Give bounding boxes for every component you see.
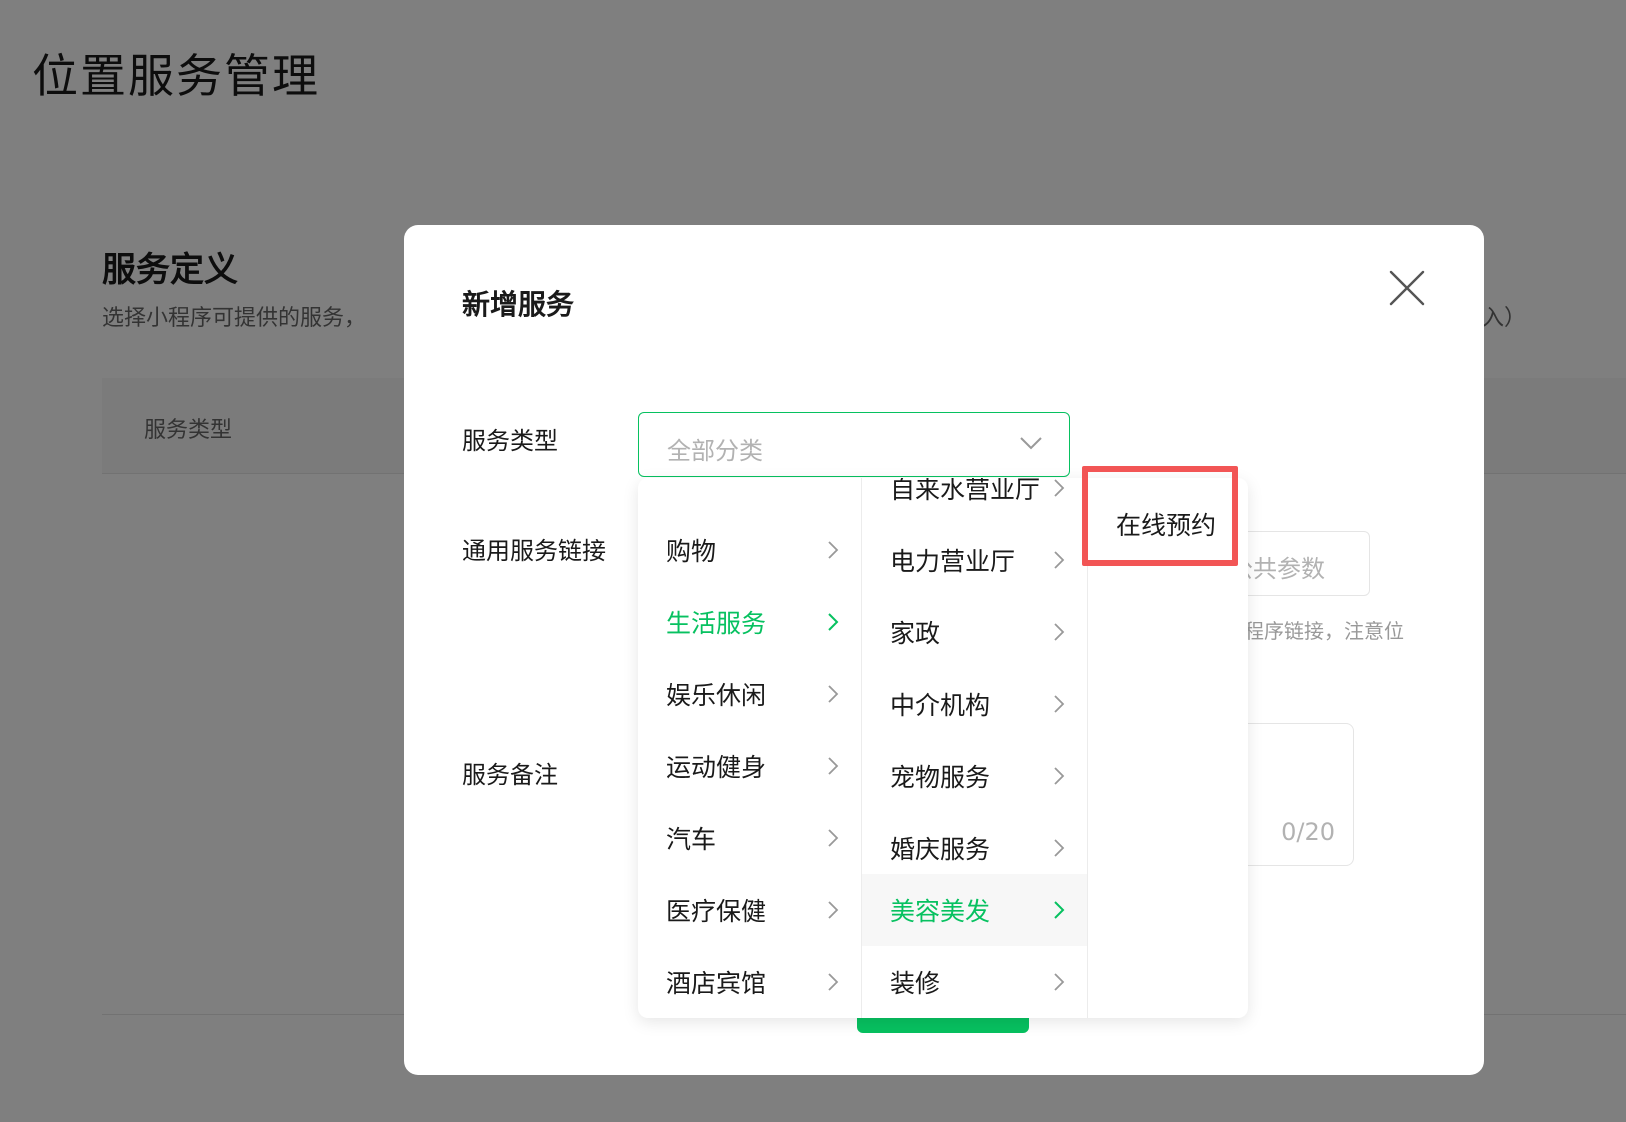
chevron-right-icon	[1054, 479, 1065, 497]
close-button[interactable]	[1388, 269, 1426, 307]
cascader-item[interactable]: 中介机构	[862, 668, 1087, 740]
cascader-item-label: 酒店宾馆	[666, 969, 767, 998]
cascader-item[interactable]: 酒店宾馆	[638, 946, 861, 1018]
chevron-right-icon	[1054, 901, 1065, 919]
service-link-hint: 程序链接，注意位	[1244, 619, 1404, 643]
chevron-right-icon	[1054, 839, 1065, 857]
chevron-down-icon	[1020, 437, 1042, 450]
cascader-item[interactable]: 电力营业厅	[862, 524, 1087, 596]
cascader-item-label: 娱乐休闲	[666, 681, 767, 710]
chevron-right-icon	[828, 613, 839, 631]
cascader-item-label: 生活服务	[666, 609, 767, 638]
close-icon	[1389, 270, 1425, 306]
chevron-right-icon	[828, 757, 839, 775]
cascader-item-active[interactable]: 美容美发	[862, 874, 1087, 946]
cascader-column-level1: 购物 生活服务 娱乐休闲 运动健身 汽车 医疗保健 酒店宾馆	[638, 478, 862, 1018]
select-placeholder: 全部分类	[667, 437, 763, 465]
cascader-item[interactable]: 购物	[638, 514, 861, 586]
chevron-right-icon	[828, 901, 839, 919]
cascader-item[interactable]: 汽车	[638, 802, 861, 874]
cascader-item-label: 自来水营业厅	[890, 478, 1041, 504]
cascader-item[interactable]: 自来水营业厅	[862, 478, 1087, 524]
cascader-item-label: 家政	[890, 619, 941, 648]
cascader-item-label: 美容美发	[890, 897, 991, 926]
chevron-right-icon	[828, 541, 839, 559]
chevron-right-icon	[828, 685, 839, 703]
highlight-annotation	[1082, 466, 1238, 566]
chevron-right-icon	[1054, 767, 1065, 785]
cascader-item-label: 购物	[666, 537, 717, 566]
cascader-item-label: 宠物服务	[890, 763, 991, 792]
cascader-item[interactable]: 娱乐休闲	[638, 658, 861, 730]
cascader-item-label: 汽车	[666, 825, 717, 854]
cascader-item-label: 装修	[890, 969, 941, 998]
label-service-type: 服务类型	[462, 427, 558, 455]
cascader-item-active[interactable]: 生活服务	[638, 586, 861, 658]
cascader-item-label: 电力营业厅	[890, 547, 1016, 576]
chevron-right-icon	[1054, 695, 1065, 713]
chevron-right-icon	[828, 829, 839, 847]
modal-title: 新增服务	[462, 288, 575, 321]
note-char-counter: 0/20	[1281, 818, 1335, 846]
cascader-column-level2: 自来水营业厅 电力营业厅 家政 中介机构 宠物服务 婚庆服务 美容美发 装修	[862, 478, 1088, 1018]
label-service-note: 服务备注	[462, 761, 558, 789]
cascader-item[interactable]: 宠物服务	[862, 740, 1087, 812]
cascader-item-label: 婚庆服务	[890, 835, 991, 864]
cascader-item-label: 运动健身	[666, 753, 767, 782]
cascader-item[interactable]: 家政	[862, 596, 1087, 668]
chevron-right-icon	[828, 973, 839, 991]
label-service-link: 通用服务链接	[462, 537, 606, 565]
chevron-right-icon	[1054, 551, 1065, 569]
chevron-right-icon	[1054, 623, 1065, 641]
service-type-select[interactable]: 全部分类	[638, 412, 1070, 477]
cascader-item[interactable]: 运动健身	[638, 730, 861, 802]
chevron-right-icon	[1054, 973, 1065, 991]
cascader-item-label: 医疗保健	[666, 897, 767, 926]
cascader-item[interactable]	[638, 478, 861, 514]
cascader-item-label: 中介机构	[890, 691, 991, 720]
cascader-item[interactable]: 装修	[862, 946, 1087, 1018]
cascader-item[interactable]: 医疗保健	[638, 874, 861, 946]
